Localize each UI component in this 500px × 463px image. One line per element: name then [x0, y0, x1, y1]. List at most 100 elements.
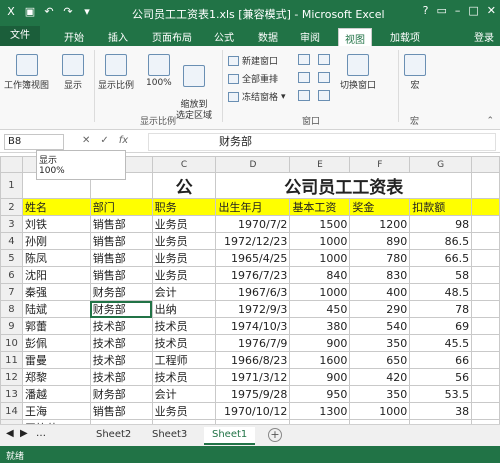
cell[interactable]: 400: [349, 283, 411, 301]
cell[interactable]: 98: [409, 215, 473, 233]
cell[interactable]: 销售部: [89, 215, 153, 233]
tab-data[interactable]: 数据: [258, 29, 278, 44]
header-cell[interactable]: 奖金: [349, 198, 411, 216]
cell[interactable]: [471, 334, 500, 352]
cell[interactable]: 1970/10/12: [215, 402, 291, 420]
login-link[interactable]: 登录: [474, 29, 494, 44]
tab-view[interactable]: 视图: [338, 28, 372, 46]
cell[interactable]: 1000: [289, 283, 351, 301]
row-header[interactable]: 2: [0, 198, 23, 216]
cell[interactable]: 会计: [151, 385, 217, 403]
header-cell[interactable]: 部门: [89, 198, 153, 216]
cell[interactable]: 1975/9/28: [215, 385, 291, 403]
save-icon[interactable]: ▣: [23, 5, 37, 19]
corner-cell[interactable]: [0, 156, 23, 173]
header-cell[interactable]: 职务: [151, 198, 217, 216]
cancel-icon[interactable]: ✕: [82, 135, 90, 146]
cell[interactable]: 潘越: [21, 385, 91, 403]
cell[interactable]: 1500: [289, 215, 351, 233]
cell[interactable]: 900: [289, 368, 351, 386]
cell[interactable]: 1967/6/3: [215, 283, 291, 301]
cell[interactable]: [471, 283, 500, 301]
cell[interactable]: [471, 385, 500, 403]
cell[interactable]: 1976/7/23: [215, 266, 291, 284]
col-header-d[interactable]: D: [215, 156, 291, 173]
cell[interactable]: 业务员: [151, 232, 217, 250]
cell[interactable]: 陈凤: [21, 249, 91, 267]
function-icon[interactable]: fx: [119, 135, 128, 146]
customize-icon[interactable]: ▾: [80, 5, 94, 19]
cell[interactable]: [471, 215, 500, 233]
cell[interactable]: 雷曼: [21, 351, 91, 369]
sheet-title[interactable]: 公司员工工资表: [215, 172, 473, 199]
cell[interactable]: [471, 198, 500, 216]
cell[interactable]: 350: [349, 334, 411, 352]
cell[interactable]: 1972/12/23: [215, 232, 291, 250]
cell[interactable]: 48.5: [409, 283, 473, 301]
cell[interactable]: 420: [349, 368, 411, 386]
worksheet-grid[interactable]: A B C D E F G 1 公 公司员工工资表 2 姓名 部门 职务 出生年…: [0, 156, 500, 424]
cell[interactable]: [471, 351, 500, 369]
cell[interactable]: 王海: [21, 402, 91, 420]
tab-addins[interactable]: 加载项: [390, 29, 420, 44]
switch-windows-button[interactable]: 切换窗口: [340, 54, 376, 91]
arrange-all-button[interactable]: 全部重排: [228, 72, 278, 85]
cell[interactable]: 业务员: [151, 266, 217, 284]
cell[interactable]: 1971/3/12: [215, 368, 291, 386]
cell[interactable]: 350: [349, 385, 411, 403]
cell[interactable]: 财务部: [89, 283, 153, 301]
undo-icon[interactable]: ↶: [42, 5, 56, 19]
cell[interactable]: 郑黎: [21, 368, 91, 386]
tab-formulas[interactable]: 公式: [214, 29, 234, 44]
cell[interactable]: 技术部: [89, 317, 153, 335]
cell[interactable]: [471, 172, 500, 199]
cell[interactable]: 290: [349, 300, 411, 318]
ribbon-options-icon[interactable]: ▭: [436, 4, 446, 17]
row-header[interactable]: 4: [0, 232, 23, 250]
cell[interactable]: 56: [409, 368, 473, 386]
cell[interactable]: [471, 368, 500, 386]
unhide-icon[interactable]: [298, 90, 310, 101]
row-header[interactable]: 13: [0, 385, 23, 403]
cell[interactable]: 出纳: [151, 300, 217, 318]
tab-review[interactable]: 审阅: [300, 29, 320, 44]
cell[interactable]: 1972/9/3: [215, 300, 291, 318]
cell[interactable]: 陆斌: [21, 300, 91, 318]
cell[interactable]: 技术部: [89, 368, 153, 386]
cell[interactable]: 890: [349, 232, 411, 250]
cell[interactable]: 66: [409, 351, 473, 369]
freeze-panes-button[interactable]: 冻结窗格 ▾: [228, 90, 286, 103]
sheet-tab-sheet3[interactable]: Sheet3: [144, 427, 195, 445]
cell[interactable]: 780: [349, 249, 411, 267]
show-button[interactable]: 显示: [62, 54, 84, 91]
cell[interactable]: 技术员: [151, 317, 217, 335]
cell[interactable]: 业务员: [151, 402, 217, 420]
cell[interactable]: 沈阳: [21, 266, 91, 284]
cell[interactable]: 66.5: [409, 249, 473, 267]
cell[interactable]: [471, 249, 500, 267]
cell[interactable]: 1200: [349, 215, 411, 233]
add-sheet-icon[interactable]: +: [268, 428, 282, 442]
new-window-button[interactable]: 新建窗口: [228, 54, 278, 67]
header-cell[interactable]: 姓名: [21, 198, 91, 216]
cell[interactable]: 刘铁: [21, 215, 91, 233]
cell[interactable]: 会计: [151, 283, 217, 301]
header-cell[interactable]: 基本工资: [289, 198, 351, 216]
row-header[interactable]: 7: [0, 283, 23, 301]
cell[interactable]: 业务员: [151, 215, 217, 233]
cell[interactable]: 950: [289, 385, 351, 403]
cell[interactable]: 58: [409, 266, 473, 284]
cell[interactable]: 1600: [289, 351, 351, 369]
row-header[interactable]: 14: [0, 402, 23, 420]
workbook-views-button[interactable]: 工作簿视图: [4, 54, 49, 91]
enter-icon[interactable]: ✓: [100, 135, 108, 146]
scroll-right-icon[interactable]: ▶: [20, 428, 28, 439]
sync-scroll-icon[interactable]: [318, 72, 330, 83]
cell[interactable]: [471, 232, 500, 250]
formula-input[interactable]: 财务部: [148, 133, 496, 151]
cell[interactable]: 53.5: [409, 385, 473, 403]
cell[interactable]: 1976/7/9: [215, 334, 291, 352]
name-box[interactable]: B8: [4, 134, 64, 150]
maximize-icon[interactable]: □: [468, 4, 478, 17]
cell[interactable]: 郭蕾: [21, 317, 91, 335]
